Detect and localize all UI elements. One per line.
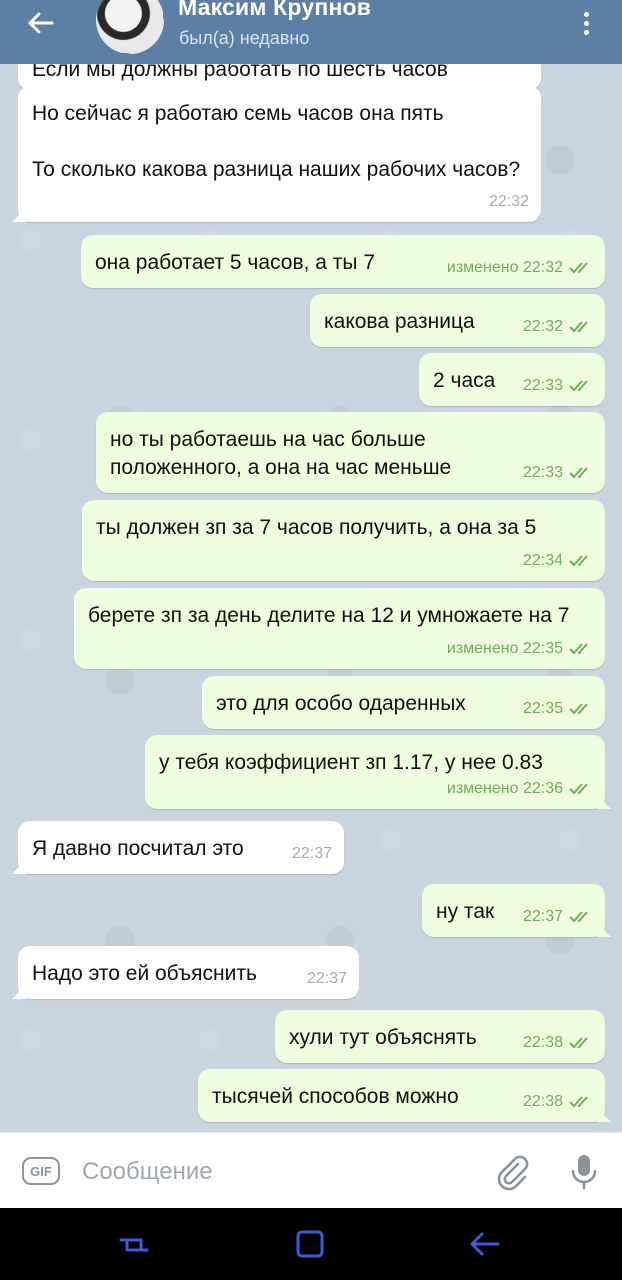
- message-outgoing[interactable]: хули тут объяснять 22:38: [275, 1010, 605, 1063]
- menu-dot: [583, 20, 589, 26]
- message-text: какова разница: [324, 310, 475, 333]
- message-text: ты должен зп за 7 часов получить, а она …: [96, 516, 537, 539]
- message-time: изменено 22:35: [447, 635, 593, 663]
- home-icon: [296, 1230, 324, 1258]
- message-outgoing[interactable]: ну так 22:37: [422, 884, 611, 937]
- double-check-icon: [569, 262, 588, 274]
- message-input[interactable]: [80, 1155, 484, 1189]
- message-text: берете зп за день делите на 12 и умножае…: [88, 604, 570, 627]
- message-outgoing[interactable]: берете зп за день делите на 12 и умножае…: [74, 588, 605, 669]
- message-outgoing[interactable]: у тебя коэффициент зп 1.17, у нее 0.83 и…: [145, 735, 611, 809]
- message-time: изменено 22:32: [447, 254, 593, 282]
- bubble-tail: [12, 985, 26, 999]
- chat-title[interactable]: Максим Крупнов: [178, 0, 371, 21]
- message-time: 22:38: [523, 1088, 593, 1116]
- message-text: Надо это ей объяснить: [32, 962, 257, 985]
- message-text: тысячей способов можно: [212, 1085, 459, 1108]
- message-text: это для особо одаренных: [216, 692, 466, 715]
- message-text: она работает 5 часов, а ты 7: [95, 251, 376, 274]
- message-text: Но сейчас я работаю семь часов она пять …: [32, 102, 521, 181]
- message-outgoing[interactable]: ты должен зп за 7 часов получить, а она …: [82, 500, 605, 581]
- message-outgoing[interactable]: какова разница 22:32: [310, 294, 605, 347]
- chat-header: Максим Крупнов был(а) недавно: [0, 0, 622, 64]
- message-time: 22:32: [523, 313, 593, 341]
- message-time: 22:34: [523, 547, 593, 575]
- menu-dot: [583, 29, 589, 35]
- message-outgoing[interactable]: это для особо одаренных 22:35: [202, 676, 605, 729]
- nav-back-button[interactable]: [466, 1228, 502, 1260]
- message-time: 22:38: [523, 1029, 593, 1057]
- double-check-icon: [569, 380, 588, 392]
- double-check-icon: [569, 911, 588, 923]
- message-outgoing[interactable]: 2 часа 22:33: [419, 353, 605, 406]
- home-button[interactable]: [294, 1228, 326, 1260]
- message-incoming[interactable]: Надо это ей объяснить 22:37: [12, 946, 359, 999]
- message-time: 22:37: [523, 903, 593, 931]
- back-arrow-icon: [470, 1232, 500, 1256]
- message-text: но ты работаешь на час больше положенног…: [110, 428, 452, 479]
- message-outgoing[interactable]: тысячей способов можно 22:38: [198, 1069, 611, 1122]
- bubble-tail: [12, 208, 26, 222]
- message-text: ну так: [436, 900, 495, 923]
- menu-dot: [583, 11, 589, 17]
- bubble-tail: [597, 1108, 611, 1122]
- double-check-icon: [569, 321, 588, 333]
- more-vertical-icon[interactable]: [572, 6, 600, 40]
- microphone-icon: [571, 1155, 597, 1190]
- message-text: 2 часа: [433, 369, 496, 392]
- bubble-tail: [12, 860, 26, 874]
- chat-area[interactable]: Если мы должны работать по шесть часов Н…: [0, 0, 622, 1132]
- message-time: изменено 22:36: [447, 775, 593, 803]
- double-check-icon: [569, 643, 588, 655]
- recents-icon: [119, 1238, 149, 1252]
- arrow-left-icon: [28, 12, 54, 34]
- double-check-icon: [569, 467, 588, 479]
- message-time: 22:37: [306, 970, 347, 987]
- message-incoming[interactable]: Но сейчас я работаю семь часов она пять …: [12, 86, 541, 222]
- double-check-icon: [569, 783, 588, 795]
- message-text: Я давно посчитал это: [32, 837, 244, 860]
- system-nav-bar: [0, 1208, 622, 1280]
- attach-button[interactable]: [494, 1153, 534, 1193]
- bubble-tail: [597, 923, 611, 937]
- message-time: 22:37: [291, 845, 332, 862]
- message-composer: GIF: [0, 1132, 622, 1209]
- message-text: хули тут объяснять: [289, 1026, 477, 1049]
- recents-button[interactable]: [118, 1230, 150, 1260]
- message-text: у тебя коэффициент зп 1.17, у нее 0.83: [159, 751, 543, 774]
- message-incoming[interactable]: Я давно посчитал это 22:37: [12, 821, 344, 874]
- message-time: 22:33: [523, 372, 593, 400]
- message-time: 22:32: [488, 193, 529, 210]
- gif-button[interactable]: GIF: [22, 1157, 60, 1185]
- chat-status: был(а) недавно: [179, 28, 310, 48]
- back-button[interactable]: [18, 6, 62, 40]
- message-time: 22:35: [523, 695, 593, 723]
- message-outgoing[interactable]: она работает 5 часов, а ты 7 изменено 22…: [81, 235, 605, 288]
- bubble-tail: [597, 795, 611, 809]
- microphone-button[interactable]: [564, 1151, 604, 1191]
- double-check-icon: [569, 555, 588, 567]
- paperclip-icon: [497, 1155, 529, 1191]
- avatar[interactable]: [96, 0, 164, 54]
- double-check-icon: [569, 1037, 588, 1049]
- message-outgoing[interactable]: но ты работаешь на час больше положенног…: [96, 412, 605, 493]
- double-check-icon: [569, 703, 588, 715]
- message-time: 22:33: [523, 459, 593, 487]
- double-check-icon: [569, 1096, 588, 1108]
